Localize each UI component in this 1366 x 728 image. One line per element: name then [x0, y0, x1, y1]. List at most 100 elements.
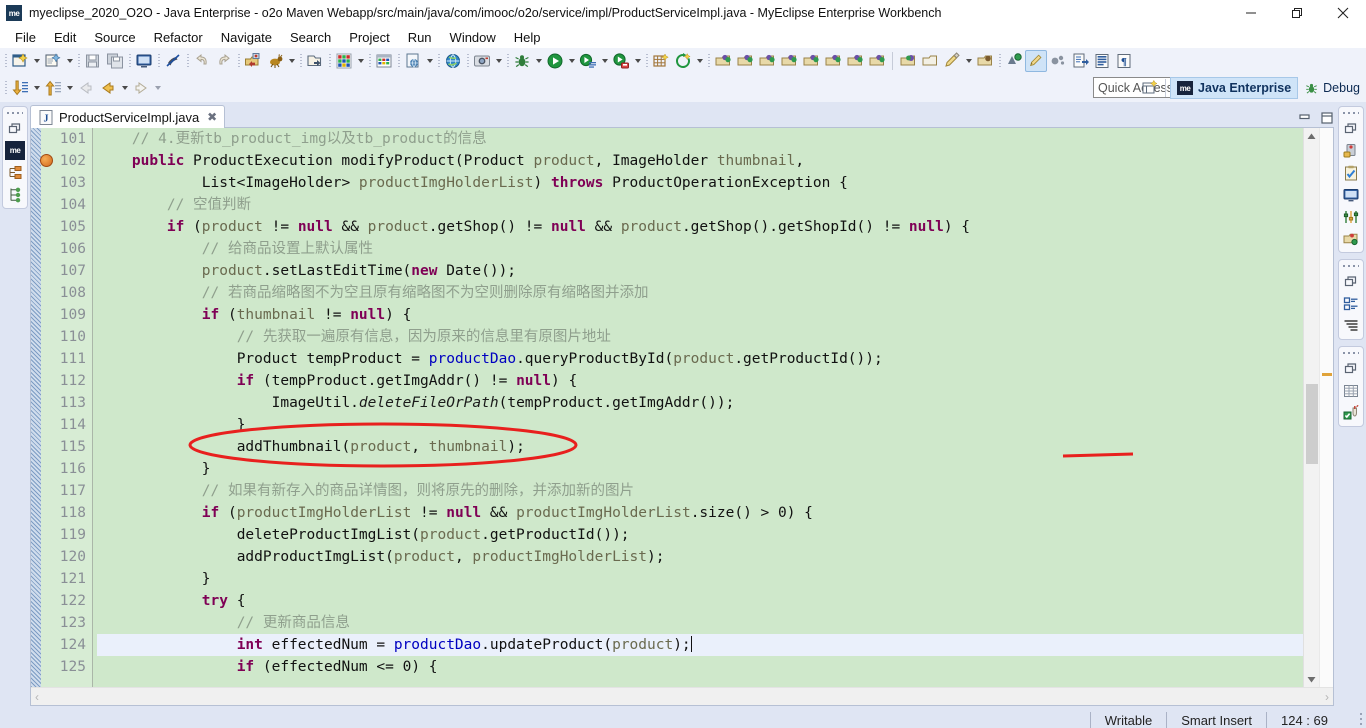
- code-line[interactable]: // 4.更新tb_product_img以及tb_product的信息: [97, 128, 1303, 150]
- new-wizard-dropdown-icon[interactable]: [31, 50, 42, 72]
- toolbar-grip[interactable]: [435, 52, 442, 70]
- code-line[interactable]: // 若商品缩略图不为空且原有缩略图不为空则删除原有缩略图并添加: [97, 282, 1303, 304]
- menu-item-window[interactable]: Window: [441, 28, 505, 47]
- web-browser-table-icon[interactable]: [373, 50, 395, 72]
- code-line[interactable]: product.setLastEditTime(new Date());: [97, 260, 1303, 282]
- previous-annotation-icon[interactable]: [1003, 50, 1025, 72]
- skip-breakpoints-icon[interactable]: [162, 50, 184, 72]
- show-whitespace-icon[interactable]: [1091, 50, 1113, 72]
- code-line[interactable]: }: [97, 414, 1303, 436]
- code-line[interactable]: // 空值判断: [97, 194, 1303, 216]
- sidebar-item-table[interactable]: [1341, 381, 1361, 400]
- code-line[interactable]: if (effectedNum <= 0) {: [97, 656, 1303, 678]
- back-dropdown-icon[interactable]: [119, 77, 130, 99]
- code-line[interactable]: addThumbnail(product, thumbnail);: [97, 436, 1303, 458]
- search-marker-dropdown-icon[interactable]: [963, 50, 974, 72]
- package-icon-2[interactable]: [734, 50, 756, 72]
- run-dropdown-icon[interactable]: [566, 50, 577, 72]
- code-line[interactable]: // 如果有新存入的商品详情图，则将原先的删除，并添加新的图片: [97, 480, 1303, 502]
- next-annotation-icon[interactable]: [1047, 50, 1069, 72]
- open-web-page-icon[interactable]: [402, 50, 424, 72]
- new-package-icon[interactable]: [897, 50, 919, 72]
- toolbar-grip[interactable]: [184, 52, 191, 70]
- toolbar-grip[interactable]: [395, 52, 402, 70]
- database-dropdown-icon[interactable]: [355, 50, 366, 72]
- toolbar-grip[interactable]: [155, 52, 162, 70]
- sidebar-item-project-explorer[interactable]: [1341, 229, 1361, 248]
- overview-ruler[interactable]: [1319, 128, 1333, 687]
- sidebar-item-myeclipse-explorer[interactable]: me: [5, 141, 25, 160]
- package-icon-7[interactable]: [844, 50, 866, 72]
- snapshot-camera-icon[interactable]: [471, 50, 493, 72]
- tab-productserviceimpl-java[interactable]: J ProductServiceImpl.java ✖: [30, 105, 226, 128]
- debug-bug-icon[interactable]: [511, 50, 533, 72]
- export-icon[interactable]: [1069, 50, 1091, 72]
- minimize-editor-icon[interactable]: [1298, 111, 1312, 125]
- next-edit-dropdown-icon[interactable]: [31, 77, 42, 99]
- new-hibernate-mapping-icon[interactable]: [650, 50, 672, 72]
- open-web-page-dropdown-icon[interactable]: [424, 50, 435, 72]
- undo-icon[interactable]: [191, 50, 213, 72]
- toolbar-grip[interactable]: [643, 52, 650, 70]
- code-line[interactable]: List<ImageHolder> productImgHolderList) …: [97, 172, 1303, 194]
- maximize-button[interactable]: [1274, 0, 1320, 26]
- toggle-mark-occurrences-icon[interactable]: [1025, 50, 1047, 72]
- open-folder-icon[interactable]: [304, 50, 326, 72]
- new-scaffold-icon[interactable]: [672, 50, 694, 72]
- toolbar-grip[interactable]: [75, 52, 82, 70]
- stack-grip[interactable]: [1343, 350, 1359, 356]
- search-marker-icon[interactable]: [941, 50, 963, 72]
- external-tools-dropdown-icon[interactable]: [632, 50, 643, 72]
- pilcrow-icon[interactable]: ¶: [1113, 50, 1135, 72]
- close-icon[interactable]: ✖: [207, 110, 217, 124]
- save-icon[interactable]: [82, 50, 104, 72]
- sidebar-item-type-hierarchy[interactable]: [5, 185, 25, 204]
- close-button[interactable]: [1320, 0, 1366, 26]
- package-icon-1[interactable]: [712, 50, 734, 72]
- code-line[interactable]: try {: [97, 590, 1303, 612]
- previous-edit-dropdown-icon[interactable]: [64, 77, 75, 99]
- menu-item-edit[interactable]: Edit: [45, 28, 85, 47]
- sidebar-item-task-list[interactable]: [1341, 316, 1361, 335]
- forward-icon[interactable]: [130, 77, 152, 99]
- code-editor[interactable]: // 4.更新tb_product_img以及tb_product的信息 pub…: [93, 128, 1303, 687]
- restore-icon[interactable]: [5, 119, 25, 138]
- code-line[interactable]: ImageUtil.deleteFileOrPath(tempProduct.g…: [97, 392, 1303, 414]
- status-resize-grip[interactable]: [1356, 713, 1366, 728]
- scroll-down-icon[interactable]: [1304, 671, 1320, 687]
- sidebar-item-junit[interactable]: [1341, 403, 1361, 422]
- menu-item-refactor[interactable]: Refactor: [145, 28, 212, 47]
- code-line[interactable]: if (tempProduct.getImgAddr() != null) {: [97, 370, 1303, 392]
- code-line[interactable]: deleteProductImgList(product.getProductI…: [97, 524, 1303, 546]
- breakpoint-marker[interactable]: [40, 154, 53, 167]
- previous-edit-location-icon[interactable]: [42, 77, 64, 99]
- toolbar-grip[interactable]: [464, 52, 471, 70]
- scroll-right-icon[interactable]: ›: [1325, 690, 1329, 704]
- package-icon-5[interactable]: [800, 50, 822, 72]
- code-line[interactable]: Product tempProduct = productDao.queryPr…: [97, 348, 1303, 370]
- perspective-java-enterprise[interactable]: me Java Enterprise: [1170, 77, 1299, 99]
- restore-icon[interactable]: [1341, 119, 1361, 138]
- run-external-tools-icon[interactable]: [610, 50, 632, 72]
- toolbar-grip[interactable]: [2, 52, 9, 70]
- menu-item-navigate[interactable]: Navigate: [212, 28, 281, 47]
- annotation-column[interactable]: [31, 128, 41, 687]
- code-line[interactable]: if (thumbnail != null) {: [97, 304, 1303, 326]
- code-line[interactable]: addProductImgList(product, productImgHol…: [97, 546, 1303, 568]
- code-line[interactable]: int effectedNum = productDao.updateProdu…: [97, 634, 1303, 656]
- toolbar-grip[interactable]: [705, 52, 712, 70]
- package-icon-3[interactable]: [756, 50, 778, 72]
- menu-item-search[interactable]: Search: [281, 28, 340, 47]
- menu-item-help[interactable]: Help: [505, 28, 550, 47]
- code-line[interactable]: // 先获取一遍原有信息，因为原来的信息里有原图片地址: [97, 326, 1303, 348]
- open-type-icon[interactable]: [919, 50, 941, 72]
- stack-grip[interactable]: [1343, 263, 1359, 269]
- run-ant-dropdown-icon[interactable]: [286, 50, 297, 72]
- new-wizard-icon[interactable]: [9, 50, 31, 72]
- sidebar-item-tasks[interactable]: [1341, 163, 1361, 182]
- menu-item-file[interactable]: File: [6, 28, 45, 47]
- database-explorer-icon[interactable]: [333, 50, 355, 72]
- toolbar-grip[interactable]: [297, 52, 304, 70]
- code-line[interactable]: public ProductExecution modifyProduct(Pr…: [97, 150, 1303, 172]
- back-icon[interactable]: [97, 77, 119, 99]
